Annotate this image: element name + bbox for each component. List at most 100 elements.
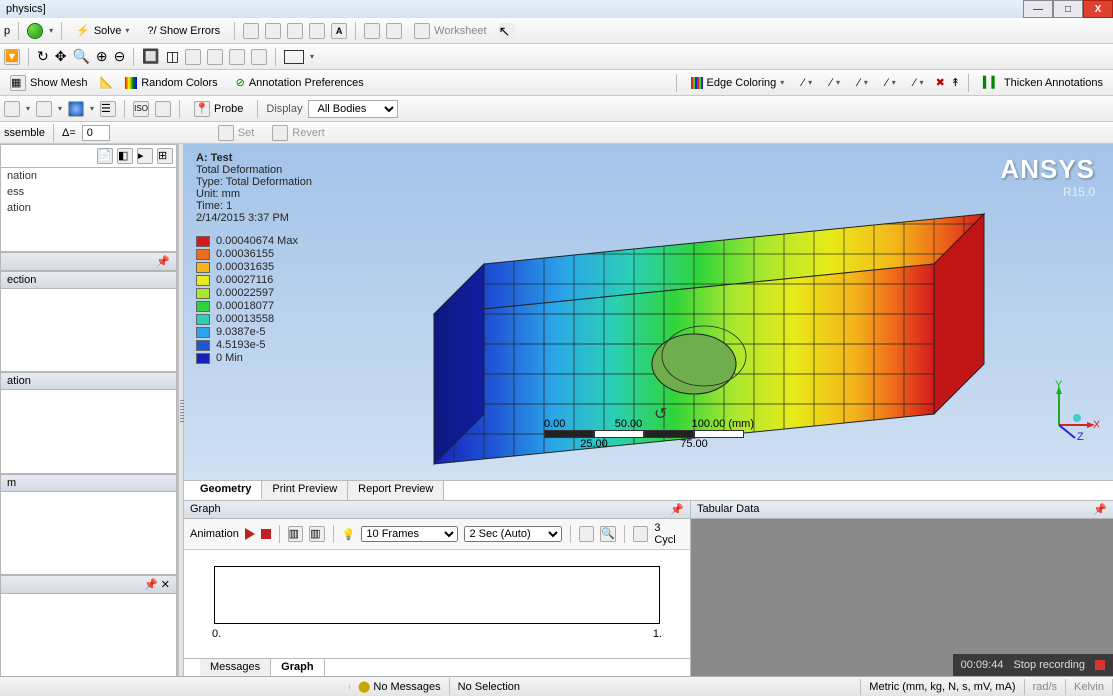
- set-button[interactable]: Set: [212, 124, 261, 142]
- zoom-icon[interactable]: 🔍: [72, 48, 89, 65]
- show-mesh-button[interactable]: ▦Show Mesh: [4, 74, 93, 92]
- zoom-out-icon[interactable]: ⊖: [114, 48, 126, 65]
- arrow-icon[interactable]: ↟: [951, 76, 960, 89]
- view-triad[interactable]: Y X Z: [1039, 380, 1099, 440]
- graph-body[interactable]: 0. 1.: [184, 550, 690, 658]
- close-icon[interactable]: ✕: [161, 579, 170, 591]
- edge-style-2[interactable]: ∕▾: [824, 76, 846, 90]
- tabular-header: Tabular Data: [697, 503, 759, 516]
- pin-icon[interactable]: 📌: [1093, 503, 1107, 516]
- status-caret-icon[interactable]: ▾: [49, 26, 53, 35]
- probe-marker-icon[interactable]: ✖: [936, 76, 945, 89]
- view-tool-icon[interactable]: [229, 49, 245, 65]
- cycles-label: 3 Cycl: [654, 522, 684, 546]
- menu-p[interactable]: p: [4, 25, 10, 37]
- pointer-icon[interactable]: ↖: [499, 23, 515, 39]
- edge-icon: [691, 77, 703, 89]
- bottom-panels: Graph📌 Animation ▥ ▥ 💡 10 Frames 2 Sec (…: [184, 500, 1113, 678]
- probe-button[interactable]: 📍Probe: [188, 100, 249, 118]
- delta-input[interactable]: [82, 125, 110, 141]
- toolbar-assemble: ssemble Δ= Set Revert: [0, 122, 1113, 144]
- pan-icon[interactable]: ✥: [55, 48, 67, 65]
- filter-icon[interactable]: 🔽: [4, 49, 20, 65]
- tab-geometry[interactable]: Geometry: [190, 481, 262, 500]
- status-kelvin: Kelvin: [1066, 679, 1113, 695]
- worksheet-button[interactable]: Worksheet: [408, 22, 492, 40]
- tool-icon[interactable]: [364, 23, 380, 39]
- fit-icon[interactable]: 🔲: [142, 48, 159, 65]
- thicken-icon: ▍▍: [983, 76, 1000, 89]
- zoom-in-icon[interactable]: ⊕: [96, 48, 108, 65]
- legend-entry: 0.00036155: [196, 248, 312, 260]
- legend-value: 0.00013558: [216, 313, 274, 325]
- tree-item[interactable]: ess: [1, 184, 176, 200]
- revert-button[interactable]: Revert: [266, 124, 330, 142]
- result-icon[interactable]: ☰: [100, 101, 116, 117]
- panel-header[interactable]: ation: [0, 372, 177, 390]
- rotate-icon[interactable]: ↻: [37, 48, 49, 65]
- zoom-icon[interactable]: 🔍: [600, 526, 616, 542]
- color-swatch[interactable]: [284, 50, 304, 64]
- show-errors-button[interactable]: ?/ Show Errors: [141, 24, 226, 38]
- tree-item[interactable]: nation: [1, 168, 176, 184]
- iso-icon[interactable]: ISO: [133, 101, 149, 117]
- window-minimize-button[interactable]: —: [1023, 0, 1053, 18]
- toolbar-main: p ▾ ⚡Solve▾ ?/ Show Errors A Worksheet ↖: [0, 18, 1113, 44]
- tool-icon[interactable]: [287, 23, 303, 39]
- wireframe-icon[interactable]: 📐: [99, 76, 113, 89]
- tree-tool-icon[interactable]: ◧: [117, 148, 133, 164]
- bar-icon[interactable]: ▥: [288, 526, 304, 542]
- result-icon[interactable]: [36, 101, 52, 117]
- duration-select[interactable]: 2 Sec (Auto): [464, 526, 561, 542]
- tab-report-preview[interactable]: Report Preview: [348, 481, 444, 500]
- tree-tool-icon[interactable]: ▸: [137, 148, 153, 164]
- pin-icon[interactable]: 📌: [144, 579, 158, 591]
- window-close-button[interactable]: X: [1083, 0, 1113, 18]
- play-button[interactable]: [245, 528, 255, 540]
- thicken-annotations-button[interactable]: ▍▍Thicken Annotations: [977, 75, 1109, 90]
- random-colors-button[interactable]: Random Colors: [119, 76, 223, 90]
- result-icon[interactable]: [4, 101, 20, 117]
- view-tool-icon[interactable]: [251, 49, 267, 65]
- box-zoom-icon[interactable]: ◫: [166, 48, 179, 65]
- window-maximize-button[interactable]: □: [1053, 0, 1083, 18]
- stop-recording-button[interactable]: Stop recording: [1013, 659, 1085, 671]
- tool-icon[interactable]: [309, 23, 325, 39]
- graph-tool-icon[interactable]: [633, 526, 649, 542]
- bulb-icon[interactable]: 💡: [342, 528, 356, 541]
- tool-icon[interactable]: [265, 23, 281, 39]
- check-icon: ⊘: [236, 76, 245, 89]
- edge-style-5[interactable]: ∕▾: [908, 76, 930, 90]
- display-select[interactable]: All Bodies: [308, 100, 398, 118]
- edge-style-1[interactable]: ∕▾: [796, 76, 818, 90]
- tree-expand-icon[interactable]: ⊞: [157, 148, 173, 164]
- solve-button[interactable]: ⚡Solve▾: [70, 23, 135, 38]
- bar-icon[interactable]: ▥: [309, 526, 325, 542]
- view-tool-icon[interactable]: [185, 49, 201, 65]
- panel-header[interactable]: m: [0, 474, 177, 492]
- graph-chart: [214, 566, 660, 624]
- panel-header[interactable]: ection: [0, 271, 177, 289]
- viewport-3d[interactable]: A: Test Total Deformation Type: Total De…: [184, 144, 1113, 480]
- tool-icon[interactable]: A: [331, 23, 347, 39]
- tool-icon[interactable]: [243, 23, 259, 39]
- graph-tool-icon[interactable]: [579, 526, 595, 542]
- tool-icon[interactable]: [386, 23, 402, 39]
- status-ok-icon[interactable]: [27, 23, 43, 39]
- annotation-prefs-button[interactable]: ⊘Annotation Preferences: [230, 75, 370, 90]
- pin-icon[interactable]: 📌: [156, 255, 170, 268]
- edge-style-3[interactable]: ∕▾: [852, 76, 874, 90]
- result-icon[interactable]: [155, 101, 171, 117]
- frames-select[interactable]: 10 Frames: [361, 526, 458, 542]
- status-messages[interactable]: ⬤ No Messages: [350, 678, 450, 695]
- view-tool-icon[interactable]: [207, 49, 223, 65]
- tree-tool-icon[interactable]: 📄: [97, 148, 113, 164]
- stop-button[interactable]: [261, 529, 271, 539]
- tree-item[interactable]: ation: [1, 200, 176, 216]
- pin-icon[interactable]: 📌: [670, 503, 684, 516]
- edge-style-4[interactable]: ∕▾: [880, 76, 902, 90]
- assemble-label[interactable]: ssemble: [4, 127, 45, 139]
- tab-print-preview[interactable]: Print Preview: [262, 481, 348, 500]
- edge-coloring-button[interactable]: Edge Coloring▾: [685, 76, 791, 90]
- result-icon[interactable]: [68, 101, 84, 117]
